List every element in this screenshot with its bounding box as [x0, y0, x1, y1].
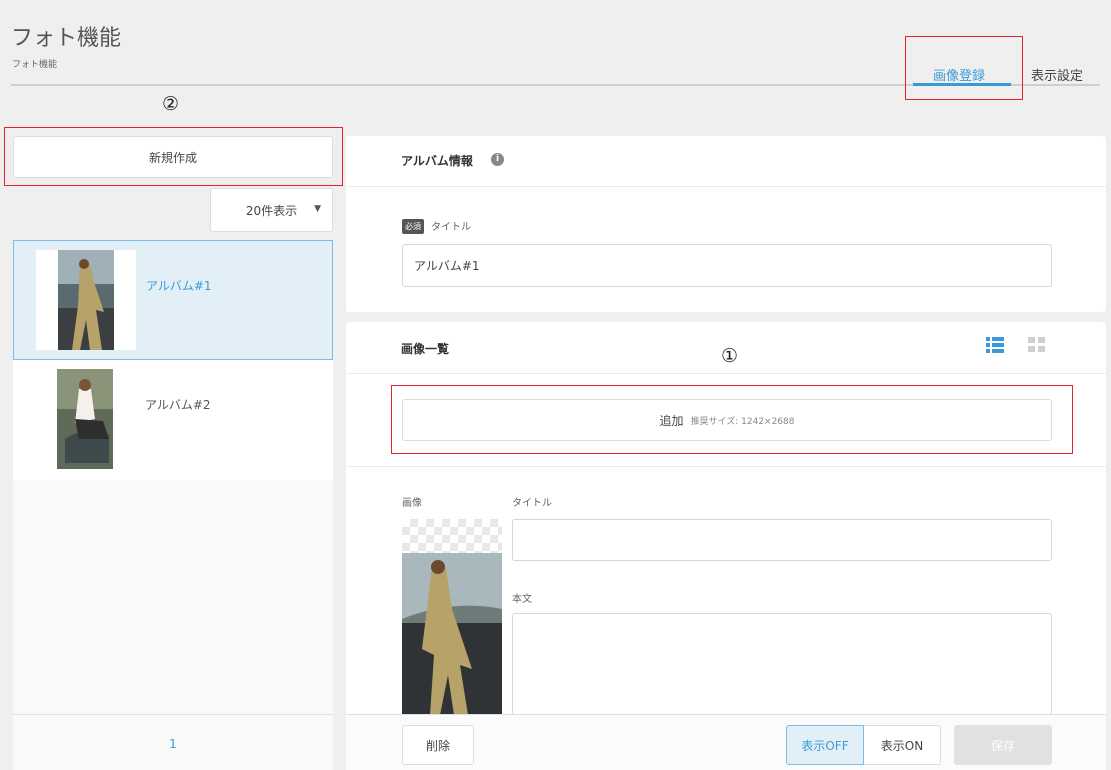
page-title: フォト機能	[11, 26, 122, 51]
info-icon[interactable]: i	[491, 153, 504, 166]
caret-down-icon: ▼	[314, 204, 321, 214]
page-size-value: 20件表示	[245, 203, 298, 218]
image-body-textarea[interactable]	[512, 613, 1052, 715]
image-list-title: 画像一覧	[401, 342, 450, 356]
album-list-item[interactable]: アルバム#2	[13, 360, 333, 480]
delete-button[interactable]: 削除	[402, 725, 474, 765]
card-divider	[346, 186, 1106, 187]
image-body-label: 本文	[512, 594, 532, 605]
add-label: 追加	[659, 413, 684, 428]
image-title-input[interactable]	[512, 519, 1052, 561]
annotation-marker-2: ②	[162, 93, 180, 115]
display-on-toggle[interactable]: 表示ON	[864, 725, 941, 765]
card-divider	[346, 373, 1106, 374]
album-thumbnail	[36, 250, 136, 350]
tab-display-settings[interactable]: 表示設定	[1031, 65, 1083, 84]
save-button[interactable]: 保存	[954, 725, 1052, 765]
annotation-marker-1: ①	[721, 345, 739, 367]
page-size-select[interactable]: 20件表示 ▼	[210, 188, 333, 232]
image-field-label: 画像	[402, 498, 422, 509]
breadcrumb: フォト機能	[12, 60, 58, 70]
image-title-label: タイトル	[512, 498, 552, 509]
album-info-title: アルバム情報	[401, 154, 473, 168]
pagination: 1	[13, 714, 333, 770]
display-off-toggle[interactable]: 表示OFF	[786, 725, 864, 765]
image-preview[interactable]	[402, 519, 502, 715]
album-name: アルバム#1	[146, 279, 212, 293]
album-thumbnail	[35, 369, 135, 469]
title-field-label: タイトル	[431, 222, 471, 233]
card-divider	[346, 466, 1106, 467]
page-number-link[interactable]: 1	[13, 737, 333, 751]
new-album-button[interactable]: 新規作成	[13, 136, 333, 178]
grid-view-icon[interactable]	[1028, 337, 1046, 353]
recommended-size-hint: 推奨サイズ: 1242×2688	[690, 416, 795, 427]
add-image-button[interactable]: 追加 推奨サイズ: 1242×2688	[402, 399, 1052, 441]
album-title-input[interactable]: アルバム#1	[402, 244, 1052, 287]
list-view-icon[interactable]	[986, 337, 1004, 353]
album-name: アルバム#2	[145, 398, 211, 412]
tab-highlight-box	[905, 36, 1023, 100]
required-badge: 必須	[402, 219, 424, 234]
album-list-item[interactable]: アルバム#1	[13, 240, 333, 360]
